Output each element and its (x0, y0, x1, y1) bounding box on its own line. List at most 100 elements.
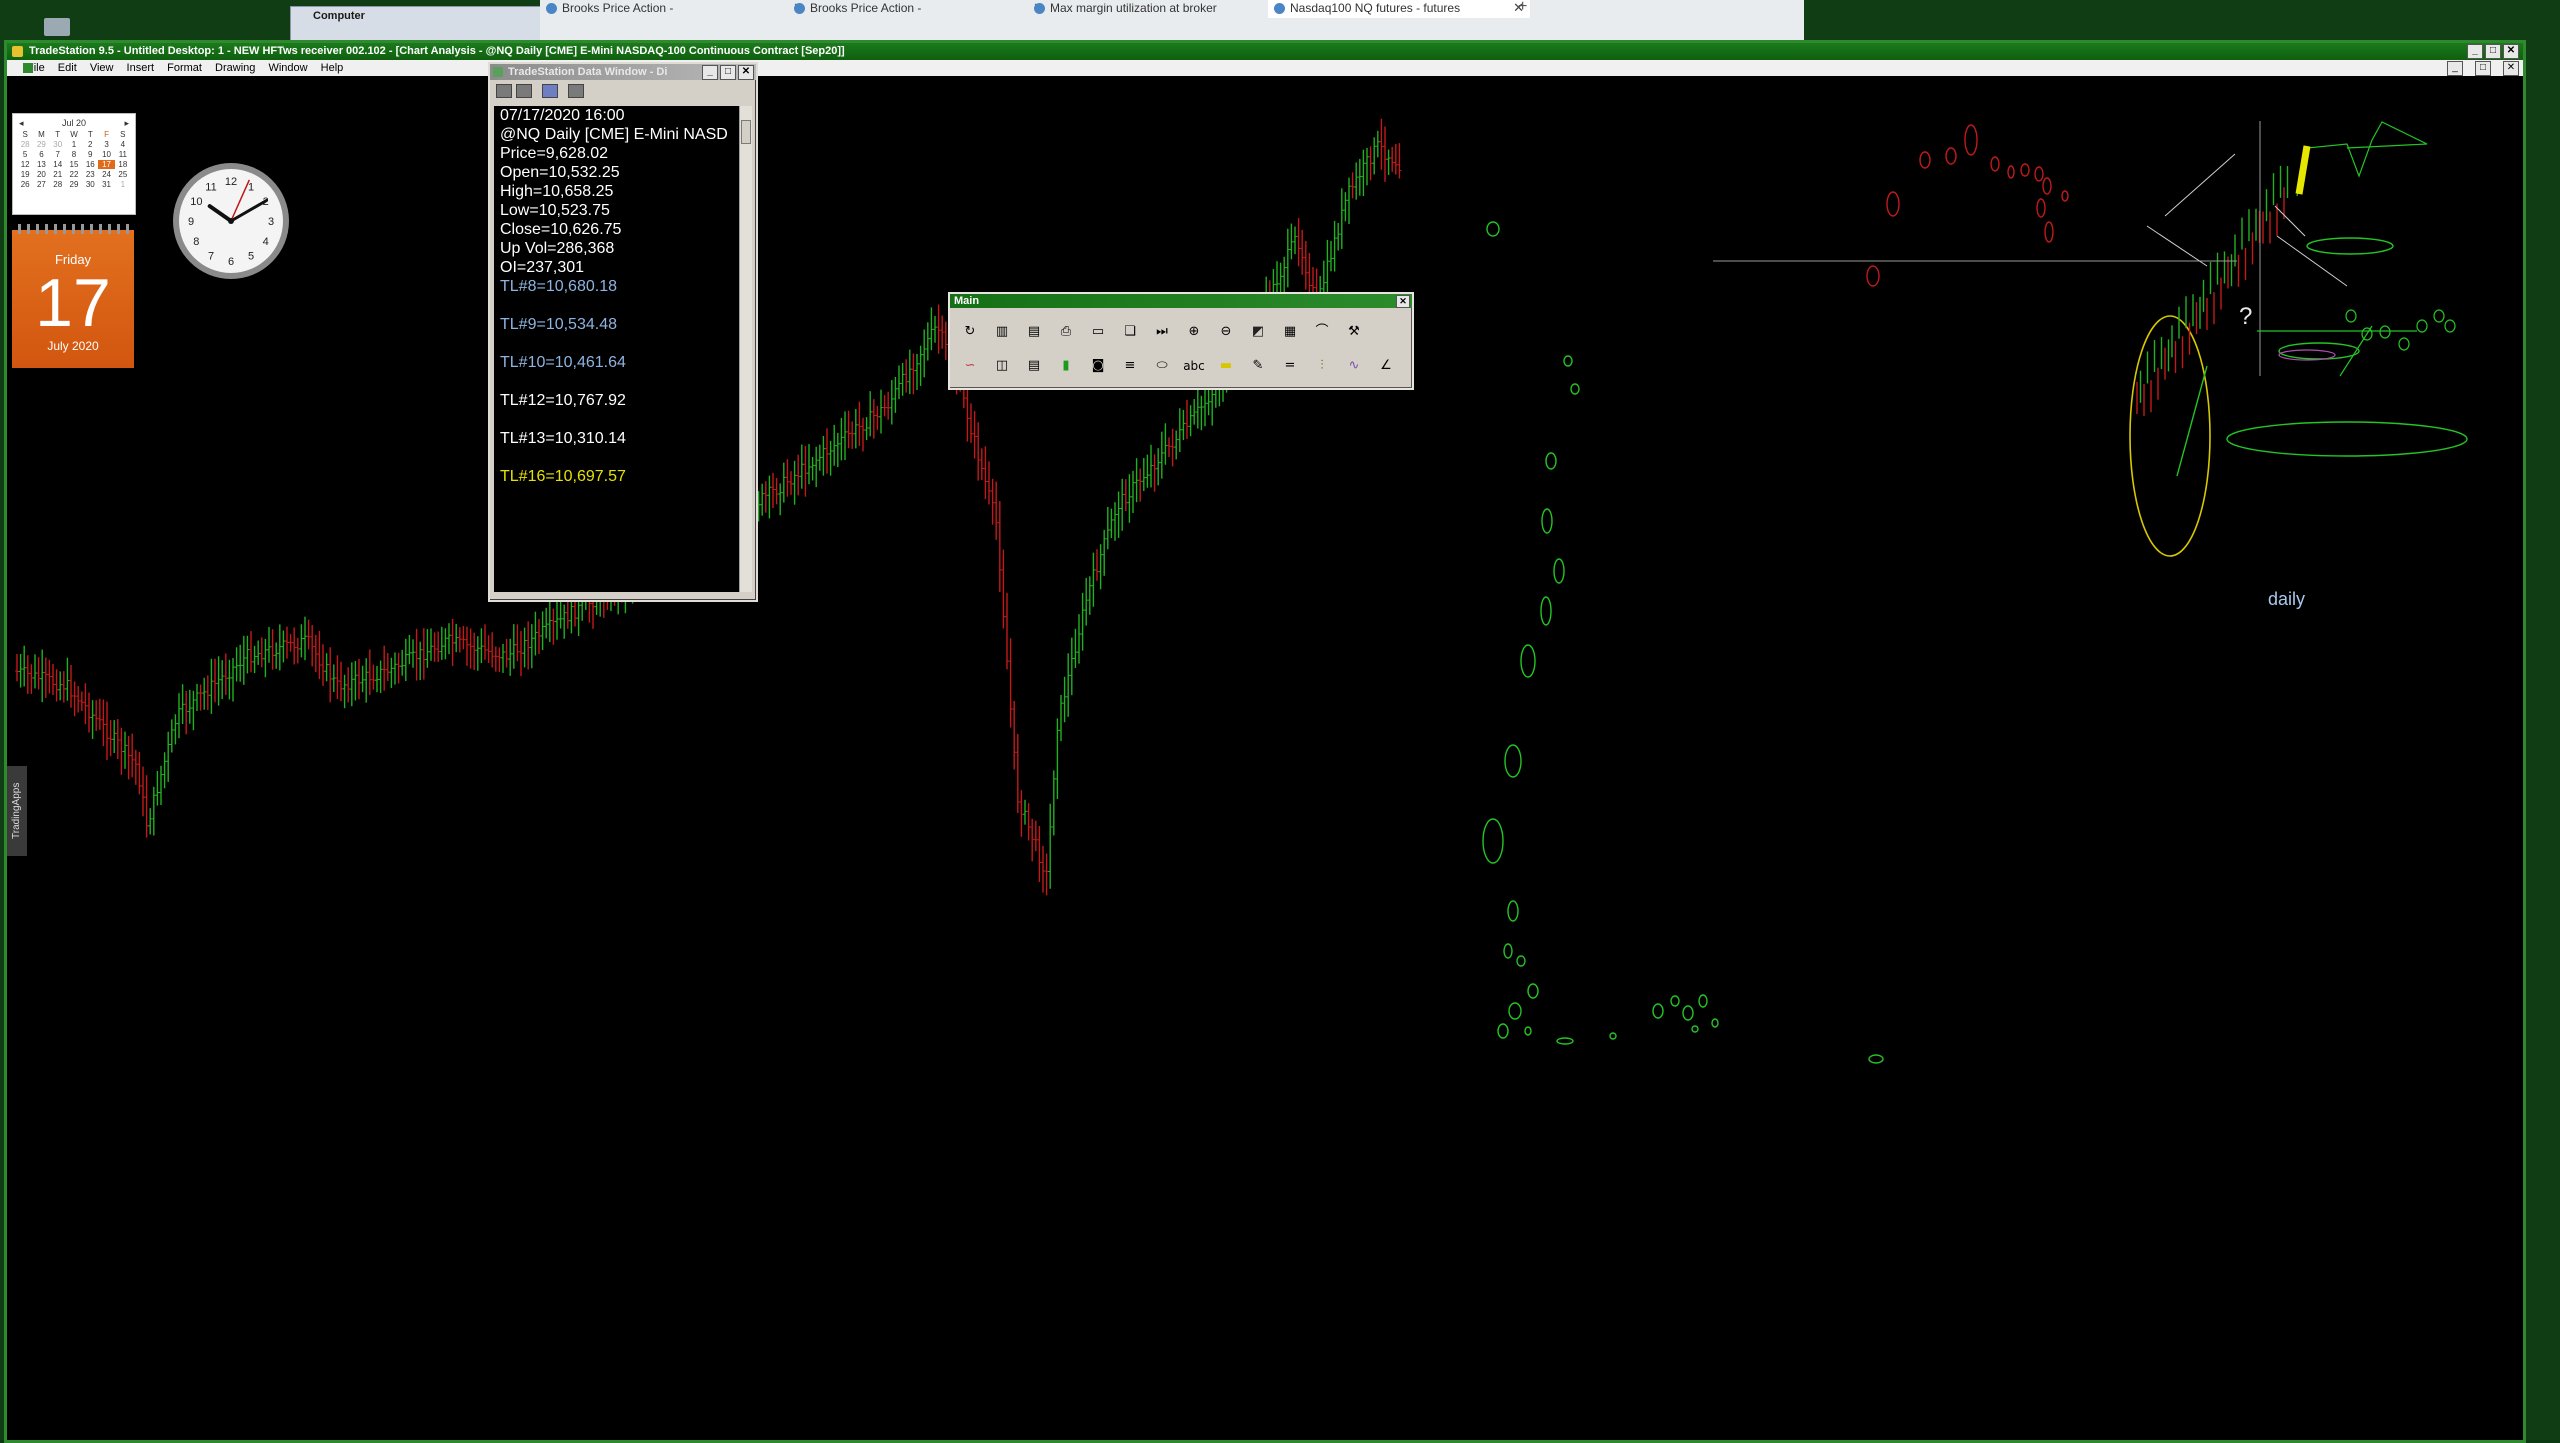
equal-line-icon[interactable]: = (1278, 354, 1302, 378)
data-icon[interactable]: ▤ (1022, 354, 1046, 378)
menu-window[interactable]: Window (268, 60, 307, 76)
open-folder-icon[interactable]: ▤ (1022, 320, 1046, 344)
calendar-day[interactable]: 24 (98, 170, 114, 179)
print-icon[interactable] (516, 84, 532, 98)
save-icon[interactable] (496, 84, 512, 98)
menu-help[interactable]: Help (321, 60, 344, 76)
main-toolbar[interactable]: Main ✕ ↻ ▥ ▤ ⎙ ▭ ❏ ⏭ ⊕ ⊖ ◩ ▦ ⌒ ⚒ ∽ ◫ ▤ ▮ ◙ ≡ ⬭ abc ▬ ✎ = ⫶ ∿ ∠ (948, 292, 1414, 390)
calendar-day[interactable]: 7 (50, 150, 66, 159)
calendar-day[interactable]: 10 (98, 150, 114, 159)
calendar-day[interactable]: 8 (66, 150, 82, 159)
calendar-day[interactable]: 4 (115, 140, 131, 149)
calendar-gadget[interactable]: ◂ Jul 20 ▸ S M T W T F S 28 29 30 1 2 3 4 5 6 7 8 9 10 11 12 1… (12, 113, 136, 215)
menu-edit[interactable]: Edit (58, 60, 77, 76)
menu-drawing[interactable]: Drawing (215, 60, 255, 76)
price-chart[interactable]: ? (7, 76, 2519, 1436)
calendar-day[interactable]: 12 (17, 160, 33, 169)
browser-tab-active[interactable]: Nasdaq100 NQ futures - futures ✕ (1268, 0, 1530, 18)
calendar-day[interactable]: 1 (115, 180, 131, 189)
highlight-icon[interactable]: ▬ (1214, 354, 1238, 378)
menu-format[interactable]: Format (167, 60, 202, 76)
prev-month-icon[interactable]: ◂ (19, 118, 24, 129)
calendar-day[interactable]: 9 (82, 150, 98, 159)
clock-gadget[interactable]: 123456789101112 (170, 160, 292, 282)
page-setup-icon[interactable]: ▭ (1086, 320, 1110, 344)
calendar-day[interactable]: 27 (33, 180, 49, 189)
news-icon[interactable]: ◙ (1086, 354, 1110, 378)
calendar-day[interactable]: 13 (33, 160, 49, 169)
calendar-day[interactable]: 26 (17, 180, 33, 189)
strategy-icon[interactable]: ◫ (990, 354, 1014, 378)
columns-icon[interactable] (542, 84, 558, 98)
dw-minimize-button[interactable]: _ (702, 65, 718, 80)
minimize-button[interactable]: _ (2467, 44, 2483, 59)
scrollbar-thumb[interactable] (741, 120, 751, 144)
new-tab-button[interactable]: + (1518, 0, 1527, 16)
trend-icon[interactable]: ▮ (1054, 354, 1078, 378)
calendar-day[interactable]: 30 (50, 140, 66, 149)
calendar-day[interactable]: 16 (82, 160, 98, 169)
main-toolbar-title-bar[interactable]: Main ✕ (950, 294, 1412, 308)
zoom-out-icon[interactable]: ⊖ (1214, 320, 1238, 344)
color-scheme-icon[interactable]: ◩ (1246, 320, 1270, 344)
data-window-title-bar[interactable]: TradeStation Data Window - Di _ □ ✕ (490, 64, 756, 80)
dw-close-button[interactable]: ✕ (738, 65, 754, 80)
pen-icon[interactable]: ✎ (1246, 354, 1270, 378)
calendar-day[interactable]: 28 (17, 140, 33, 149)
calendar-day[interactable]: 25 (115, 170, 131, 179)
tradestation-title-bar[interactable]: TradeStation 9.5 - Untitled Desktop: 1 -… (7, 43, 2523, 60)
calendar-day[interactable]: 22 (66, 170, 82, 179)
calendar-day[interactable]: 18 (115, 160, 131, 169)
calendar-day[interactable]: 31 (98, 180, 114, 189)
calendar-day[interactable]: 1 (66, 140, 82, 149)
calendar-day[interactable]: 5 (17, 150, 33, 159)
menu-view[interactable]: View (90, 60, 114, 76)
data-window-scrollbar[interactable] (739, 106, 752, 592)
main-toolbar-close-button[interactable]: ✕ (1396, 295, 1410, 308)
next-month-icon[interactable]: ▸ (124, 118, 129, 129)
calendar-day[interactable]: 15 (66, 160, 82, 169)
browser-tab[interactable]: Brooks Price Action - ✕ (788, 0, 1050, 18)
calendar-day[interactable]: 30 (82, 180, 98, 189)
doc-close-button[interactable]: ✕ (2503, 61, 2519, 76)
browser-tab[interactable]: Max margin utilization at broker ✕ (1028, 0, 1290, 18)
indicator-icon[interactable]: ∽ (958, 354, 982, 378)
data-window[interactable]: TradeStation Data Window - Di _ □ ✕ 07/1… (488, 62, 758, 602)
print-icon[interactable]: ⎙ (1054, 320, 1078, 344)
copy-page-icon[interactable]: ❏ (1118, 320, 1142, 344)
tradestation-app-icon[interactable] (12, 46, 23, 57)
text-label-icon[interactable]: abc (1182, 354, 1206, 378)
dw-maximize-button[interactable]: □ (720, 65, 736, 80)
fib-icon[interactable]: ⫶ (1310, 354, 1334, 378)
lines-icon[interactable]: ≡ (1118, 354, 1142, 378)
recycle-bin-icon[interactable] (44, 18, 70, 36)
chart-analysis-area[interactable]: ? TradingApps (7, 76, 2519, 1436)
calendar-day[interactable]: 14 (50, 160, 66, 169)
tradingapps-side-tab[interactable]: TradingApps (7, 766, 27, 856)
calendar-day[interactable]: 19 (17, 170, 33, 179)
grid-icon[interactable]: ▥ (990, 320, 1014, 344)
date-tile-gadget[interactable]: Friday 17 July 2020 (12, 224, 134, 368)
calendar-day[interactable]: 21 (50, 170, 66, 179)
calendar-day[interactable]: 11 (115, 150, 131, 159)
calendar-day[interactable]: 29 (66, 180, 82, 189)
curve-icon[interactable]: ⌒ (1310, 320, 1334, 344)
browser-tab[interactable]: Brooks Price Action - ✕ (540, 0, 810, 18)
calendar-day[interactable]: 17 (98, 160, 115, 169)
maximize-button[interactable]: □ (2485, 44, 2501, 59)
chart-refresh-icon[interactable]: ↻ (958, 320, 982, 344)
menu-insert[interactable]: Insert (127, 60, 155, 76)
jump-last-bar-icon[interactable]: ⏭ (1150, 320, 1174, 344)
doc-minimize-button[interactable]: _ (2447, 61, 2463, 76)
doc-restore-button[interactable]: □ (2475, 61, 2491, 76)
tools-icon[interactable]: ⚒ (1342, 320, 1366, 344)
angle-icon[interactable]: ∠ (1374, 354, 1398, 378)
close-button[interactable]: ✕ (2503, 44, 2519, 59)
calendar-day[interactable]: 23 (82, 170, 98, 179)
calendar-day[interactable]: 20 (33, 170, 49, 179)
computer-window[interactable]: Computer (290, 6, 542, 42)
table-icon[interactable]: ▦ (1278, 320, 1302, 344)
calendar-day[interactable]: 29 (33, 140, 49, 149)
calendar-day[interactable]: 3 (98, 140, 114, 149)
calendar-day[interactable]: 2 (82, 140, 98, 149)
